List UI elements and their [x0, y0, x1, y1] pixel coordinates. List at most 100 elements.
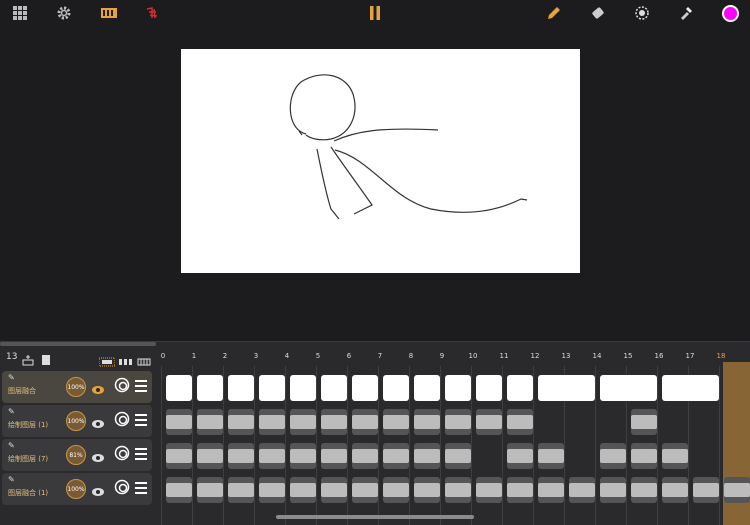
blend-icon[interactable]	[633, 4, 651, 22]
frame-number[interactable]: 2	[223, 352, 227, 360]
frame-number[interactable]: 18	[717, 352, 726, 360]
frame-number[interactable]: 4	[285, 352, 289, 360]
frame-cell[interactable]	[197, 409, 223, 435]
eye-icon[interactable]	[91, 380, 105, 399]
frame-cell[interactable]	[352, 443, 378, 469]
frame-number[interactable]: 3	[254, 352, 258, 360]
frame-cell[interactable]	[197, 443, 223, 469]
frame-cell[interactable]	[631, 477, 657, 503]
drawing-canvas[interactable]	[181, 49, 580, 273]
frame-cell[interactable]	[352, 409, 378, 435]
frame-range-icon[interactable]	[98, 352, 116, 371]
frame-cell[interactable]	[414, 443, 440, 469]
onion-skin-icon[interactable]	[143, 4, 161, 22]
frame-number[interactable]: 9	[440, 352, 444, 360]
frame-cell[interactable]	[600, 443, 626, 469]
frame-number[interactable]: 12	[531, 352, 540, 360]
layer-menu-icon[interactable]	[135, 414, 147, 429]
frame-cell[interactable]	[259, 443, 285, 469]
frame-cell[interactable]	[166, 375, 192, 401]
opacity-badge[interactable]: 100%	[66, 411, 86, 431]
opacity-badge[interactable]: 81%	[66, 445, 86, 465]
frame-number[interactable]: 11	[500, 352, 509, 360]
frame-cell[interactable]	[352, 477, 378, 503]
layer-menu-icon[interactable]	[135, 448, 147, 463]
frame-number[interactable]: 10	[469, 352, 478, 360]
frame-cell[interactable]	[445, 477, 471, 503]
frame-cell[interactable]	[507, 375, 533, 401]
layer-menu-icon[interactable]	[135, 380, 147, 395]
frame-cell[interactable]	[445, 375, 471, 401]
eye-icon[interactable]	[91, 448, 105, 467]
frame-cell[interactable]	[228, 375, 254, 401]
eye-icon[interactable]	[91, 414, 105, 433]
frames-film-icon[interactable]	[99, 4, 119, 22]
frame-cell[interactable]	[414, 375, 440, 401]
grid-icon[interactable]	[11, 4, 29, 22]
frame-cell[interactable]	[290, 409, 316, 435]
frame-cell[interactable]	[476, 375, 502, 401]
onion-skin-icon[interactable]	[114, 377, 130, 397]
frame-cell[interactable]	[538, 477, 564, 503]
frame-number[interactable]: 5	[316, 352, 320, 360]
frame-cell[interactable]	[383, 409, 409, 435]
opacity-badge[interactable]: 100%	[66, 479, 86, 499]
frame-cell[interactable]	[693, 477, 719, 503]
pencil-icon[interactable]	[545, 4, 563, 22]
frame-ruler[interactable]: 0 1 2 3 4 5 6 7 8 9 10 11 12 13 14 15 16 17 18	[160, 342, 750, 366]
frame-cell[interactable]	[724, 477, 750, 503]
add-layer-icon[interactable]	[22, 351, 34, 370]
frame-cell[interactable]	[228, 443, 254, 469]
frame-cell[interactable]	[476, 477, 502, 503]
frame-number[interactable]: 14	[593, 352, 602, 360]
new-document-icon[interactable]	[40, 351, 52, 370]
frame-cell[interactable]	[352, 375, 378, 401]
frame-tiles-icon[interactable]	[119, 352, 133, 371]
frame-cell[interactable]	[290, 443, 316, 469]
frame-number[interactable]: 8	[409, 352, 413, 360]
frame-number[interactable]: 13	[562, 352, 571, 360]
frame-cell[interactable]	[662, 477, 688, 503]
frame-number[interactable]: 15	[624, 352, 633, 360]
frame-cell[interactable]	[197, 375, 223, 401]
frame-cell[interactable]	[197, 477, 223, 503]
frame-cell[interactable]	[507, 477, 533, 503]
frame-cell[interactable]	[631, 409, 657, 435]
frame-cell[interactable]	[538, 443, 564, 469]
layer-row[interactable]: ✎ 图层融合 100%	[2, 371, 152, 403]
frame-cell[interactable]	[507, 443, 533, 469]
layer-menu-icon[interactable]	[135, 482, 147, 497]
frame-cell[interactable]	[538, 375, 595, 401]
frame-cell[interactable]	[414, 409, 440, 435]
frame-cell[interactable]	[321, 409, 347, 435]
frame-number[interactable]: 1	[192, 352, 196, 360]
frame-cell[interactable]	[445, 409, 471, 435]
eraser-icon[interactable]	[589, 4, 607, 22]
frame-cell[interactable]	[290, 477, 316, 503]
frame-cell[interactable]	[290, 375, 316, 401]
frame-cell[interactable]	[321, 443, 347, 469]
frame-cell[interactable]	[414, 477, 440, 503]
frame-cell[interactable]	[383, 375, 409, 401]
frame-number[interactable]: 17	[686, 352, 695, 360]
frame-cell[interactable]	[507, 409, 533, 435]
frame-number[interactable]: 16	[655, 352, 664, 360]
opacity-badge[interactable]: 100%	[66, 377, 86, 397]
onion-skin-icon[interactable]	[114, 479, 130, 499]
frame-cell[interactable]	[166, 477, 192, 503]
frame-cell[interactable]	[321, 375, 347, 401]
frame-cell[interactable]	[321, 477, 347, 503]
color-swatch[interactable]	[721, 4, 739, 22]
frame-cell[interactable]	[259, 409, 285, 435]
frame-cell[interactable]	[259, 477, 285, 503]
gear-icon[interactable]	[55, 4, 73, 22]
frame-cell[interactable]	[166, 443, 192, 469]
frame-number[interactable]: 6	[347, 352, 351, 360]
frame-cell[interactable]	[166, 409, 192, 435]
frame-cell[interactable]	[228, 477, 254, 503]
frame-cell[interactable]	[383, 443, 409, 469]
layer-row[interactable]: ✎ 绘制图层 (1) 100%	[2, 405, 152, 437]
frame-cell[interactable]	[569, 477, 595, 503]
pause-icon[interactable]	[366, 4, 384, 22]
frame-cell[interactable]	[259, 375, 285, 401]
